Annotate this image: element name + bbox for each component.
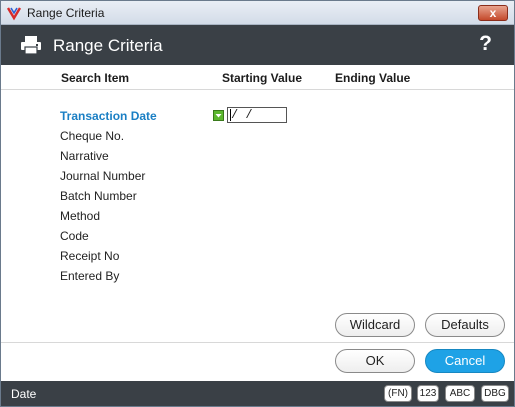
column-starting-value: Starting Value <box>222 71 303 85</box>
status-text: Date <box>11 387 37 401</box>
field-narrative[interactable]: Narrative <box>60 149 109 163</box>
ok-button[interactable]: OK <box>335 349 415 373</box>
field-entered-by[interactable]: Entered By <box>60 269 119 283</box>
fn-badge[interactable]: (FN) <box>384 385 412 402</box>
alpha-badge[interactable]: ABC <box>445 385 475 402</box>
window-title: Range Criteria <box>27 6 105 20</box>
defaults-button[interactable]: Defaults <box>425 313 505 337</box>
debug-badge[interactable]: DBG <box>481 385 509 402</box>
help-icon[interactable]: ? <box>479 32 492 56</box>
status-bar: Date (FN) 123 ABC DBG <box>1 381 514 406</box>
app-logo-icon <box>6 7 22 21</box>
field-receipt-no[interactable]: Receipt No <box>60 249 119 263</box>
range-criteria-window: Range Criteria x Range Criteria ? Search… <box>0 0 515 407</box>
field-cheque-no[interactable]: Cheque No. <box>60 129 124 143</box>
starting-date-input[interactable]: / / <box>227 107 287 123</box>
dialog-title: Range Criteria <box>53 36 163 55</box>
close-button[interactable]: x <box>478 5 508 21</box>
dialog-header: Range Criteria ? <box>1 25 514 65</box>
field-method[interactable]: Method <box>60 209 100 223</box>
field-code[interactable]: Code <box>60 229 89 243</box>
dropdown-check-icon[interactable] <box>213 110 224 121</box>
os-title-bar[interactable]: Range Criteria x <box>1 1 514 25</box>
text-caret <box>230 109 231 121</box>
wildcard-button[interactable]: Wildcard <box>335 313 415 337</box>
button-divider <box>1 342 514 343</box>
column-search-item: Search Item <box>61 71 130 85</box>
numeric-badge[interactable]: 123 <box>417 385 439 402</box>
header-divider <box>1 89 514 90</box>
field-batch-number[interactable]: Batch Number <box>60 189 137 203</box>
cancel-button[interactable]: Cancel <box>425 349 505 373</box>
field-journal-number[interactable]: Journal Number <box>60 169 145 183</box>
field-transaction-date[interactable]: Transaction Date <box>60 109 157 123</box>
printer-icon <box>21 36 41 55</box>
column-ending-value: Ending Value <box>335 71 411 85</box>
